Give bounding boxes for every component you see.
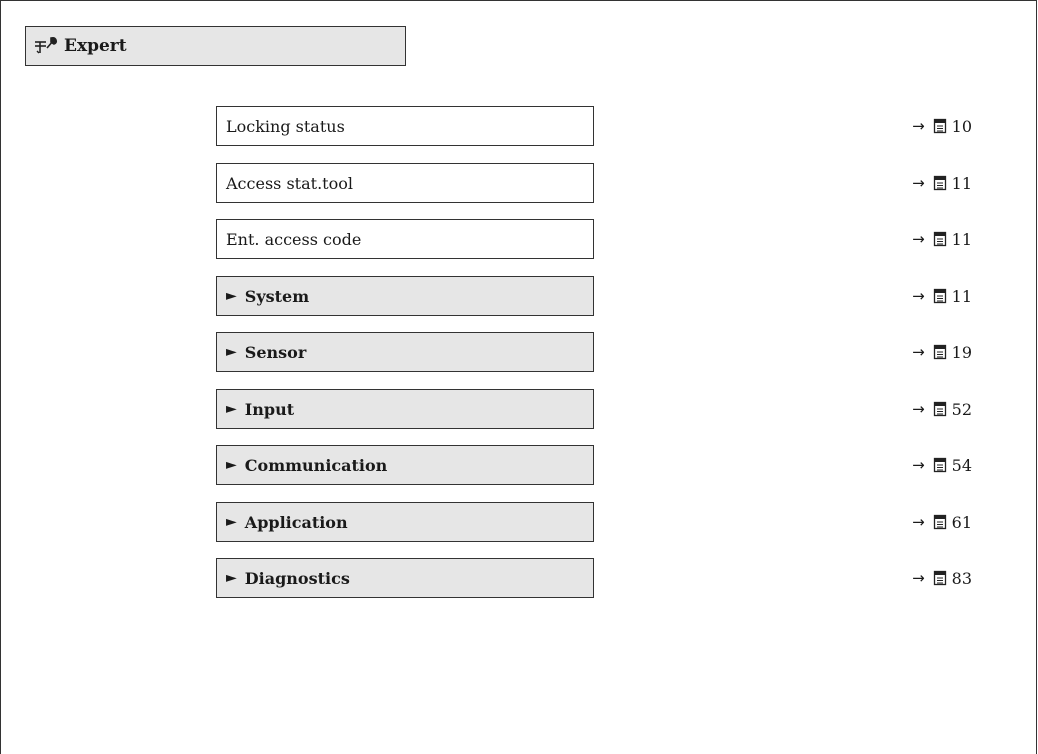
- reference-arrow-icon: →: [912, 343, 925, 361]
- reference-arrow-icon: →: [912, 513, 925, 531]
- parameter-ent-access-code[interactable]: Ent. access code: [216, 219, 594, 259]
- page-reference[interactable]: → 52: [912, 389, 972, 429]
- page-number: 61: [951, 512, 972, 532]
- page-number: 11: [951, 173, 972, 193]
- book-icon: [933, 118, 946, 134]
- page-number: 19: [951, 342, 972, 362]
- page-number: 10: [951, 116, 972, 136]
- submenu-arrow-icon: ►: [226, 401, 237, 417]
- item-label: Input: [244, 399, 295, 419]
- book-icon: [933, 231, 946, 247]
- page-reference[interactable]: → 10: [912, 106, 972, 146]
- book-icon: [933, 570, 946, 586]
- submenu-application[interactable]: ► Application: [216, 502, 594, 542]
- book-icon: [933, 288, 946, 304]
- submenu-diagnostics[interactable]: ► Diagnostics: [216, 558, 594, 598]
- reference-arrow-icon: →: [912, 456, 925, 474]
- submenu-arrow-icon: ►: [226, 514, 237, 530]
- page-reference[interactable]: → 61: [912, 502, 972, 542]
- item-label: Access stat.tool: [226, 173, 353, 193]
- page-number: 54: [951, 455, 972, 475]
- page-reference[interactable]: → 11: [912, 219, 972, 259]
- page-reference[interactable]: → 11: [912, 276, 972, 316]
- book-icon: [933, 175, 946, 191]
- submenu-arrow-icon: ►: [226, 570, 237, 586]
- item-label: Sensor: [244, 342, 307, 362]
- page-number: 11: [951, 229, 972, 249]
- expert-wrench-icon: [35, 36, 58, 54]
- item-label: Communication: [244, 455, 388, 475]
- page-number: 11: [951, 286, 972, 306]
- reference-arrow-icon: →: [912, 117, 925, 135]
- submenu-arrow-icon: ►: [226, 288, 237, 304]
- page-number: 52: [951, 399, 972, 419]
- reference-arrow-icon: →: [912, 400, 925, 418]
- page-frame: Expert Locking status → 10 Access stat.tool…: [0, 0, 1037, 754]
- item-label: System: [244, 286, 310, 306]
- parameter-access-stat-tool[interactable]: Access stat.tool: [216, 163, 594, 203]
- page-reference[interactable]: → 54: [912, 445, 972, 485]
- item-label: Locking status: [226, 116, 345, 136]
- submenu-arrow-icon: ►: [226, 344, 237, 360]
- book-icon: [933, 401, 946, 417]
- reference-arrow-icon: →: [912, 230, 925, 248]
- book-icon: [933, 457, 946, 473]
- item-label: Application: [244, 512, 348, 532]
- menu-header-title: Expert: [64, 36, 127, 56]
- submenu-communication[interactable]: ► Communication: [216, 445, 594, 485]
- book-icon: [933, 514, 946, 530]
- reference-arrow-icon: →: [912, 287, 925, 305]
- book-icon: [933, 344, 946, 360]
- page-reference[interactable]: → 11: [912, 163, 972, 203]
- reference-arrow-icon: →: [912, 174, 925, 192]
- submenu-input[interactable]: ► Input: [216, 389, 594, 429]
- submenu-sensor[interactable]: ► Sensor: [216, 332, 594, 372]
- menu-header-expert[interactable]: Expert: [25, 26, 406, 66]
- item-label: Diagnostics: [244, 568, 350, 588]
- submenu-arrow-icon: ►: [226, 457, 237, 473]
- page-reference[interactable]: → 19: [912, 332, 972, 372]
- reference-arrow-icon: →: [912, 569, 925, 587]
- submenu-system[interactable]: ► System: [216, 276, 594, 316]
- page-number: 83: [951, 568, 972, 588]
- parameter-locking-status[interactable]: Locking status: [216, 106, 594, 146]
- item-label: Ent. access code: [226, 229, 362, 249]
- page-reference[interactable]: → 83: [912, 558, 972, 598]
